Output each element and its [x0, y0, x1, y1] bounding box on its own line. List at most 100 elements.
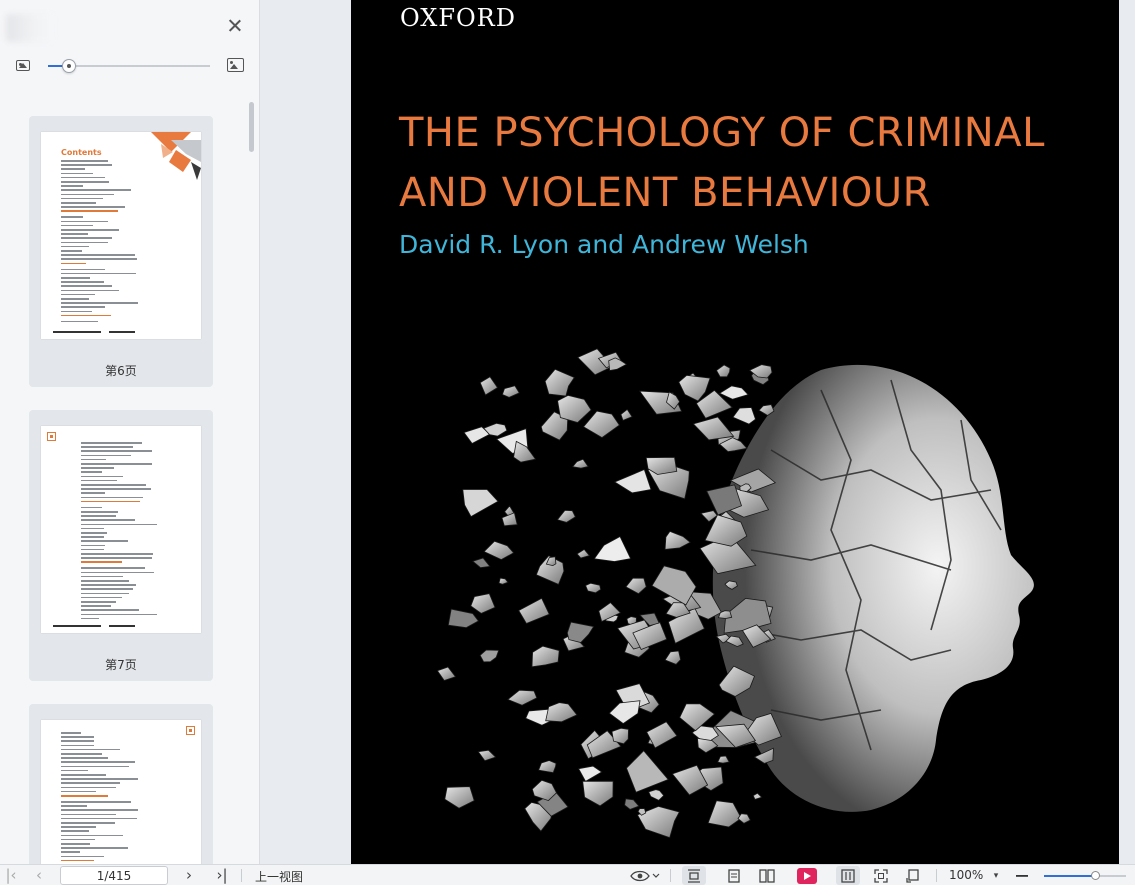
- zoom-level-dropdown[interactable]: 100%: [949, 868, 983, 882]
- shard: [557, 394, 592, 423]
- fullscreen-icon[interactable]: [870, 866, 892, 885]
- thumbnail-page-7[interactable]: 第7页: [29, 410, 213, 681]
- thumbnail-text-line: [81, 523, 157, 526]
- shard: [576, 548, 591, 559]
- thumbnail-text-line: [81, 506, 102, 509]
- thumbnail-text-line: [61, 224, 93, 227]
- thumbnail-text-line: [61, 855, 104, 858]
- thumbnail-text-line: [81, 553, 153, 555]
- thumbnail-text-line: [81, 442, 142, 444]
- zoom-out-icon[interactable]: [1013, 866, 1031, 885]
- document-view[interactable]: OXFORD THE PSYCHOLOGY OF CRIMINAL AND VI…: [261, 0, 1135, 864]
- shard: [470, 593, 496, 614]
- prev-page-icon[interactable]: ‹: [30, 866, 48, 885]
- shard: [608, 700, 641, 725]
- thumbnail-text-line: [81, 601, 116, 603]
- thumbnail-text-line: [61, 185, 83, 187]
- thumbnail-text-line: [81, 484, 146, 486]
- book-authors: David R. Lyon and Andrew Welsh: [399, 230, 809, 259]
- previous-view-button[interactable]: 上一视图: [255, 868, 303, 885]
- thumbnail-text-line: [61, 838, 95, 841]
- thumbnail-text-line: [81, 458, 106, 461]
- thumbnail-text-line: [61, 189, 131, 191]
- thumbnail-text-line: [61, 302, 138, 304]
- thumbnail-text-line: [61, 320, 98, 323]
- thumbnail-text-line: [61, 289, 119, 292]
- thumbnail-text-line: [81, 488, 151, 490]
- thumbnail-text-line: [81, 467, 114, 469]
- continuous-icon[interactable]: [838, 866, 858, 885]
- page-number-input[interactable]: [60, 866, 168, 885]
- thumbnail-text-line: [61, 164, 112, 166]
- thumbnail-text-line: [61, 233, 88, 235]
- shard: [620, 408, 633, 421]
- thumbnail-text-line: [81, 519, 135, 521]
- thumbnail-image: [41, 720, 201, 864]
- thumbnail-text-line: [81, 515, 116, 517]
- shard: [593, 535, 632, 562]
- thumbnail-text-line: [81, 463, 152, 465]
- eye-icon[interactable]: [628, 866, 662, 885]
- thumbnail-text-line: [81, 496, 143, 499]
- small-thumbnail-icon[interactable]: [16, 60, 30, 71]
- toolbar-divider: [936, 869, 937, 882]
- thumbnail-text-line: [61, 272, 136, 275]
- thumbnail-text-line: [61, 176, 105, 179]
- thumbnail-page-8[interactable]: [29, 704, 213, 864]
- thumbnail-text-line: [61, 314, 111, 317]
- shard: [436, 666, 457, 681]
- shard: [498, 577, 509, 585]
- thumbnail-text-line: [61, 254, 135, 256]
- close-sidebar-icon[interactable]: [225, 16, 245, 36]
- thumbnail-text-line: [61, 761, 135, 763]
- thumbnail-footer-left: [53, 331, 101, 333]
- zoom-slider-knob[interactable]: [1090, 871, 1100, 880]
- last-page-icon[interactable]: ›|: [212, 866, 232, 885]
- thumbnail-text-line: [81, 613, 157, 616]
- thumbnail-text-line: [81, 475, 123, 478]
- thumbnail-text-line: [61, 809, 138, 811]
- shard: [556, 509, 576, 523]
- next-page-icon[interactable]: ›: [180, 866, 198, 885]
- zoom-slider-fill: [1044, 875, 1095, 877]
- fit-width-icon[interactable]: [684, 866, 704, 885]
- thumbnail-text-line: [81, 584, 136, 586]
- shard: [717, 755, 730, 764]
- thumbnail-size-slider[interactable]: [48, 59, 210, 73]
- book-title-line-1: THE PSYCHOLOGY OF CRIMINAL: [399, 110, 1045, 156]
- sidebar-scrollbar[interactable]: [249, 102, 254, 152]
- thumbnail-footer-right: [109, 331, 135, 333]
- thumbnail-text-line: [81, 617, 99, 620]
- thumbnail-text-line: [81, 609, 139, 611]
- thumbnail-sidebar: Contents 第6页 第7页: [0, 0, 260, 864]
- thumbnail-text-line: [61, 782, 120, 784]
- play-icon[interactable]: [796, 866, 818, 885]
- toolbar-divider: [241, 869, 242, 882]
- shard: [501, 385, 520, 398]
- thumbnail-footer-left: [53, 625, 101, 627]
- shard: [444, 786, 475, 809]
- shard: [582, 410, 620, 439]
- chevron-down-icon[interactable]: ▾: [990, 866, 1002, 885]
- thumbnail-text-line: [81, 557, 152, 559]
- rotate-icon[interactable]: [902, 866, 924, 885]
- thumbnail-marker-icon: [47, 432, 56, 441]
- thumbnail-page-6[interactable]: Contents 第6页: [29, 116, 213, 387]
- thumbnail-text-line: [61, 210, 118, 212]
- thumbnail-text-line: [61, 778, 138, 780]
- thumbnail-size-knob[interactable]: [62, 59, 77, 73]
- zoom-slider[interactable]: [1044, 871, 1126, 880]
- dual-page-icon[interactable]: [756, 866, 778, 885]
- large-thumbnail-icon[interactable]: [227, 58, 244, 72]
- thumbnail-text-line: [61, 277, 90, 279]
- sidebar-title-blurred: [6, 14, 54, 42]
- thumbnail-text-line: [61, 245, 89, 248]
- shard: [664, 530, 691, 550]
- shard: [626, 750, 669, 793]
- toolbar-divider: [670, 869, 671, 882]
- shard: [545, 702, 578, 723]
- first-page-icon[interactable]: |‹: [2, 866, 20, 885]
- thumbnail-text-line: [81, 575, 123, 578]
- thumbnail-text-line: [61, 757, 108, 759]
- single-page-icon[interactable]: [724, 866, 744, 885]
